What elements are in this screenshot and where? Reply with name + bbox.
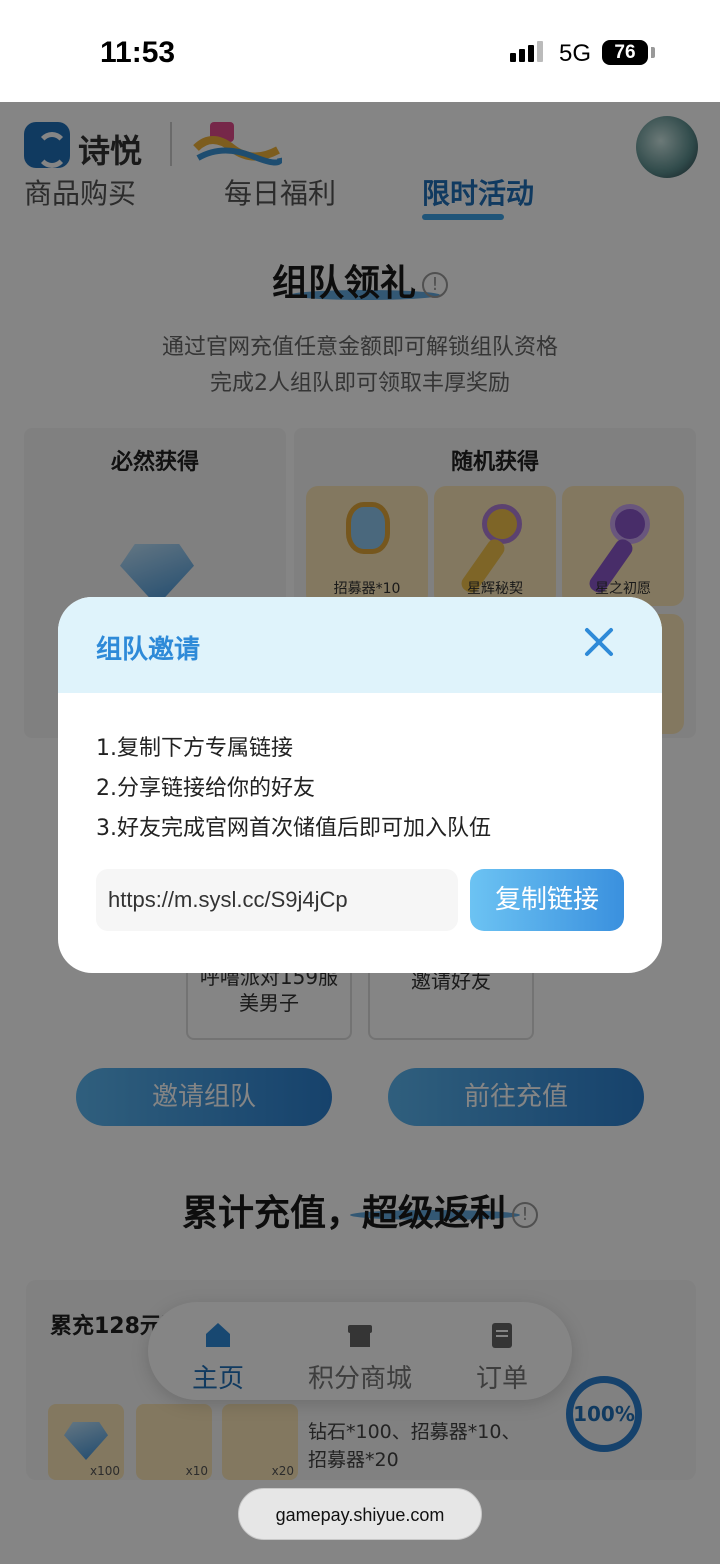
step-1: 1.复制下方专属链接: [96, 736, 293, 761]
step-2: 2.分享链接给你的好友: [96, 776, 315, 801]
invite-steps: 1.复制下方专属链接 2.分享链接给你的好友 3.好友完成官网首次储值后即可加入…: [96, 729, 491, 849]
close-icon[interactable]: [582, 625, 616, 659]
battery-icon: 76: [602, 40, 648, 65]
invite-link-field[interactable]: https://m.sysl.cc/S9j4jCp: [96, 869, 458, 931]
copy-link-button[interactable]: 复制链接: [470, 869, 624, 931]
step-3: 3.好友完成官网首次储值后即可加入队伍: [96, 816, 491, 841]
network-type: 5G: [559, 40, 592, 67]
team-invite-modal: 组队邀请 1.复制下方专属链接 2.分享链接给你的好友 3.好友完成官网首次储值…: [58, 597, 662, 973]
status-time: 11:53: [100, 36, 176, 69]
browser-url-bar[interactable]: gamepay.shiyue.com: [238, 1488, 482, 1540]
cellular-signal-icon: [510, 41, 543, 62]
modal-title: 组队邀请: [96, 635, 201, 665]
status-bar: 11:53 5G 76: [0, 0, 720, 102]
battery-cap: [651, 47, 655, 58]
modal-header: 组队邀请: [58, 597, 662, 693]
